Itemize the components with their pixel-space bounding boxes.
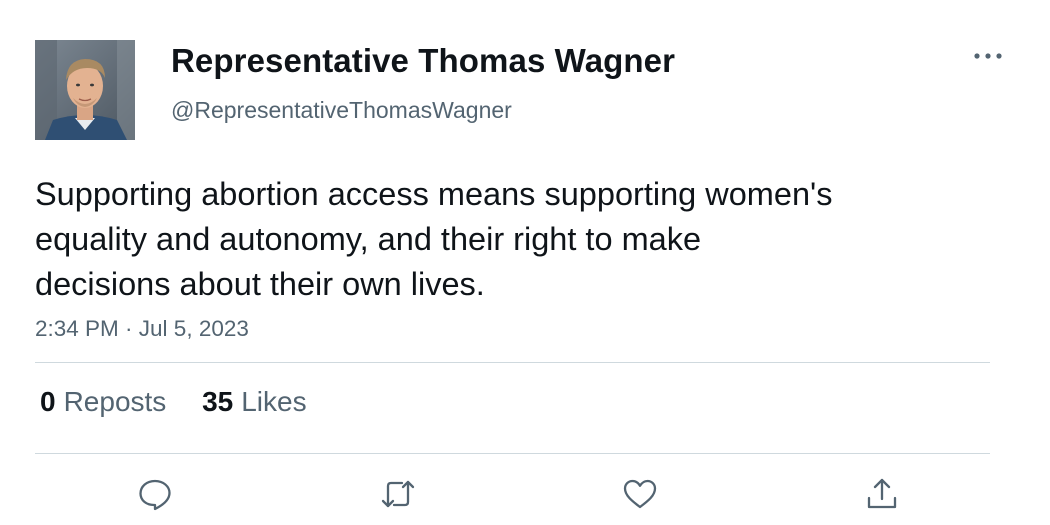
tweet-text: Supporting abortion access means support… (35, 172, 955, 307)
likes-count: 35 (202, 386, 234, 417)
reply-button[interactable] (137, 476, 173, 512)
reposts-label: Reposts (63, 386, 167, 417)
like-button[interactable] (622, 476, 658, 512)
repost-icon (381, 480, 415, 508)
avatar[interactable] (35, 40, 135, 140)
tweet-text-line: Supporting abortion access means support… (35, 176, 833, 212)
reposts-stat[interactable]: 0 Reposts (40, 386, 166, 418)
divider (35, 453, 990, 454)
more-horizontal-icon (974, 53, 1002, 59)
tweet-card: Representative Thomas Wagner @Representa… (0, 0, 1050, 525)
timestamp[interactable]: 2:34 PM · Jul 5, 2023 (35, 316, 249, 342)
repost-button[interactable] (380, 476, 416, 512)
engagement-stats: 0 Reposts 35 Likes (40, 386, 335, 418)
heart-icon (623, 479, 657, 509)
reply-icon (139, 479, 171, 511)
more-options-button[interactable] (968, 44, 1008, 70)
display-name[interactable]: Representative Thomas Wagner (171, 42, 675, 80)
user-handle[interactable]: @RepresentativeThomasWagner (171, 97, 512, 124)
share-button[interactable] (864, 476, 900, 512)
share-icon (867, 478, 897, 509)
tweet-text-line: equality and autonomy, and their right t… (35, 221, 702, 257)
reposts-count: 0 (40, 386, 56, 417)
divider (35, 362, 990, 363)
likes-label: Likes (241, 386, 307, 417)
tweet-text-line: decisions about their own lives. (35, 266, 485, 302)
avatar-photo (35, 40, 135, 140)
likes-stat[interactable]: 35 Likes (202, 386, 307, 418)
